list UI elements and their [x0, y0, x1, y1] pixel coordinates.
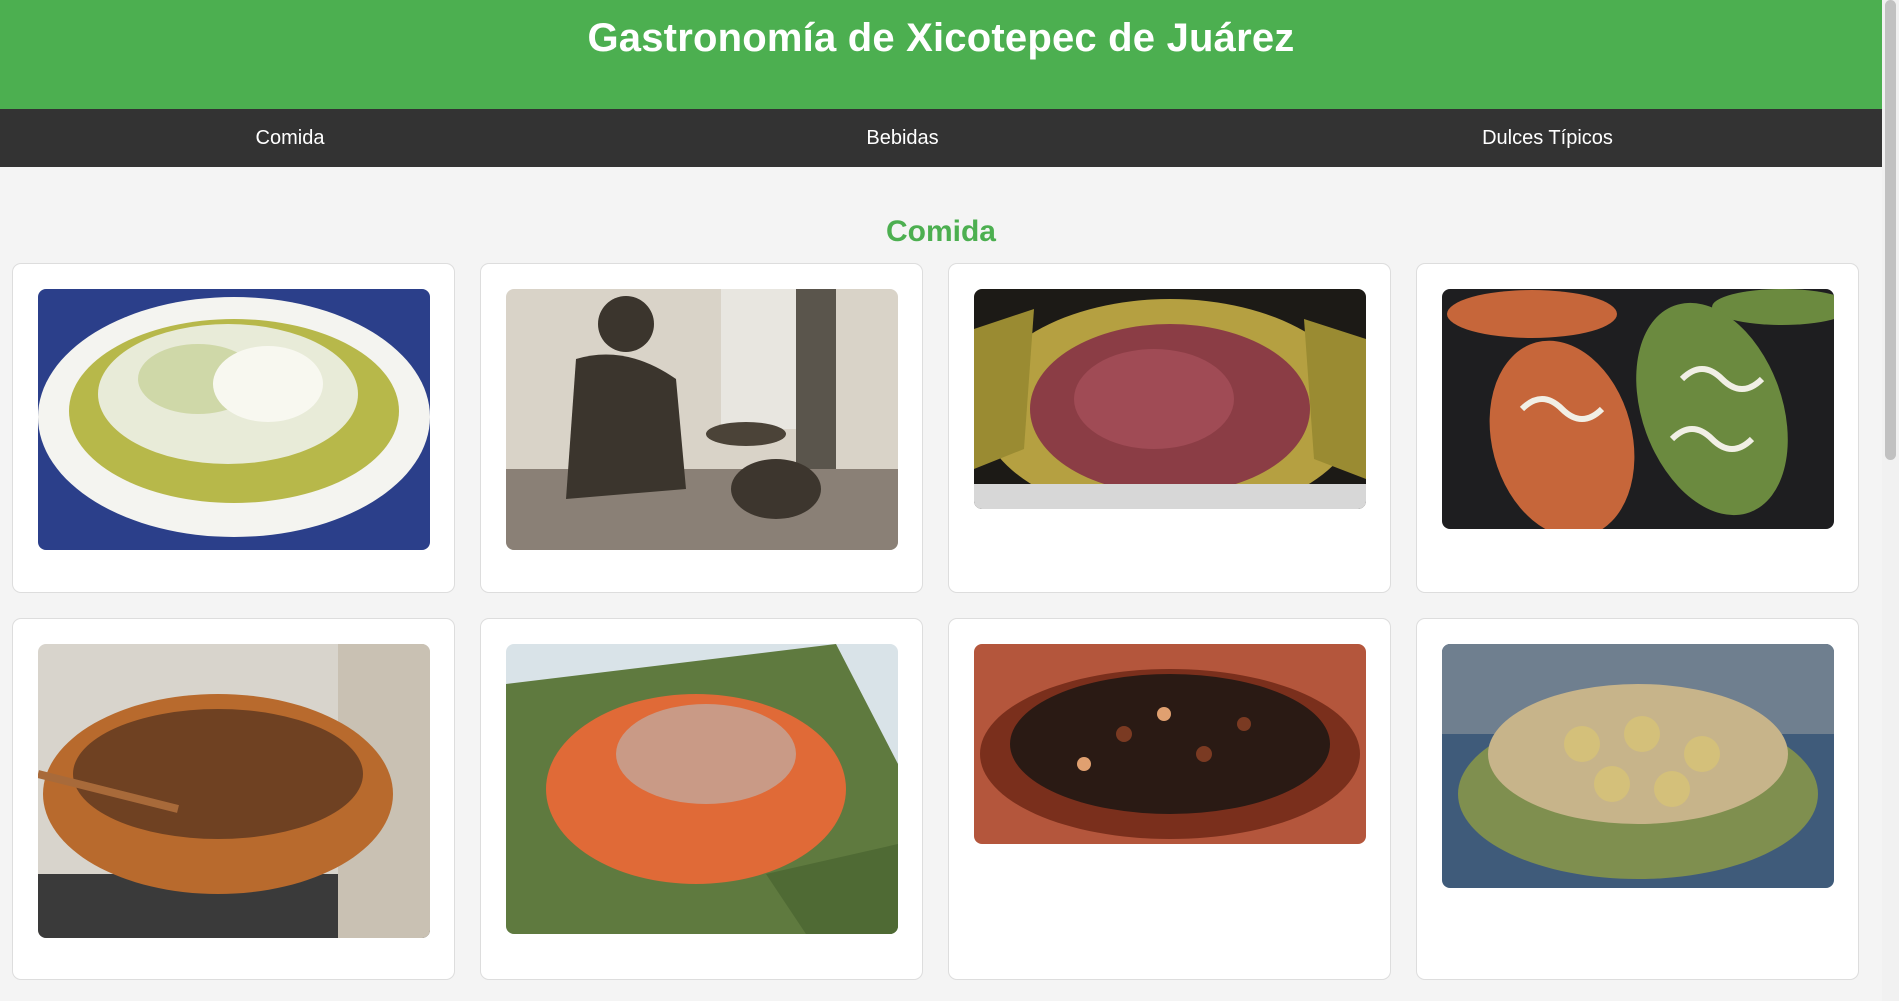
page-title: Gastronomía de Xicotepec de Juárez [587, 16, 1295, 60]
food-image-rice-meat [506, 644, 898, 934]
scrollbar-thumb[interactable] [1885, 0, 1896, 460]
section-title: Comida [885, 215, 996, 248]
food-card[interactable] [12, 618, 455, 980]
food-card[interactable] [1416, 618, 1859, 980]
nav-link-bebidas[interactable]: Bebidas [580, 127, 1225, 150]
food-card[interactable] [480, 618, 923, 980]
food-grid [12, 263, 1870, 980]
site-header: Gastronomía de Xicotepec de Juárez [0, 0, 1882, 109]
nav-link-comida[interactable]: Comida [0, 127, 580, 150]
food-image-tlacoyos [1442, 289, 1834, 529]
food-card[interactable] [948, 618, 1391, 980]
page-viewport: Gastronomía de Xicotepec de Juárez Comid… [0, 0, 1882, 1001]
food-image-ants [974, 644, 1366, 844]
food-card[interactable] [1416, 263, 1859, 593]
food-image-enchiladas [38, 289, 430, 550]
food-card[interactable] [948, 263, 1391, 593]
food-card[interactable] [12, 263, 455, 593]
vertical-scrollbar[interactable] [1882, 0, 1899, 1001]
food-image-meat [974, 289, 1366, 509]
food-image-soup-pot [38, 644, 430, 938]
food-image-statue [506, 289, 898, 550]
nav-link-dulces[interactable]: Dulces Típicos [1225, 127, 1870, 150]
food-image-bread [1442, 644, 1834, 888]
food-card[interactable] [480, 263, 923, 593]
main-nav: Comida Bebidas Dulces Típicos [0, 109, 1882, 167]
main-content: Comida [0, 167, 1882, 980]
